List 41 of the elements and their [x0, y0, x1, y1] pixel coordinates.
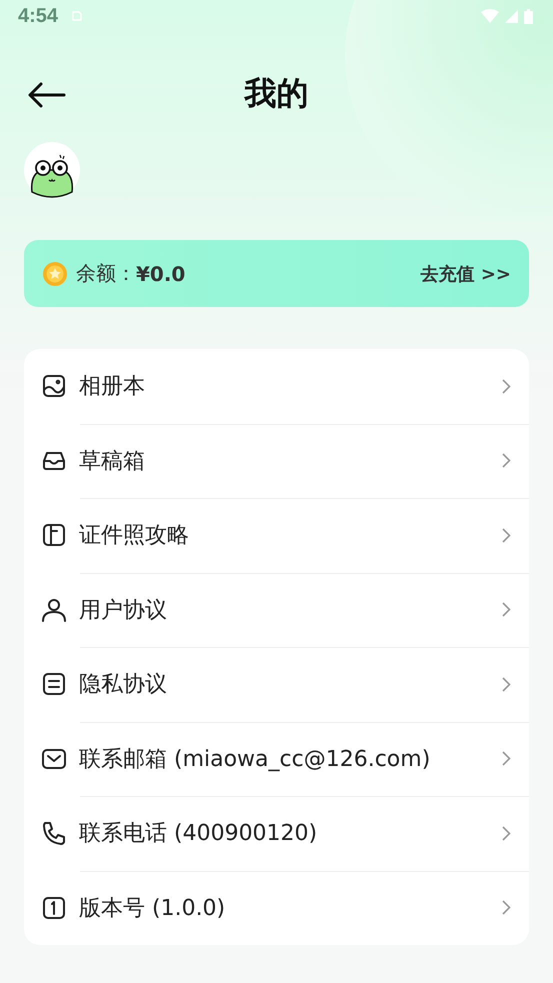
menu-item[interactable]: 相册本 — [24, 349, 529, 424]
menu-item[interactable]: 用户协议 — [24, 572, 529, 647]
picture-icon — [41, 373, 67, 400]
chevron-icon — [502, 528, 511, 543]
menu-item[interactable]: 证件照攻略 — [24, 498, 529, 572]
chevron-icon — [502, 378, 511, 394]
chevron-icon — [502, 676, 511, 692]
panel-icon — [41, 522, 67, 548]
menu-item-label: 版本号 (1.0.0) — [79, 894, 226, 923]
back-arrow-icon[interactable] — [28, 82, 66, 108]
menu-item-label: 用户协议 — [79, 596, 168, 625]
user-icon — [41, 596, 67, 623]
phone-icon — [41, 820, 67, 846]
chevron-icon — [502, 453, 511, 468]
menu-item-label: 隐私协议 — [79, 671, 168, 700]
menu-item-label: 相册本 — [79, 373, 146, 402]
menu-item[interactable]: 联系电话 (400900120) — [24, 796, 529, 870]
number-icon — [41, 894, 67, 921]
menu-item-label: 联系邮箱 (miaowa_cc@126.com) — [79, 746, 432, 774]
menu-item[interactable]: 隐私协议 — [24, 647, 529, 722]
balance-label: 余额： — [76, 260, 136, 287]
menu-item-label: 草稿箱 — [79, 448, 146, 476]
page-title: 我的 — [244, 73, 308, 114]
chevron-icon — [502, 900, 511, 916]
avatar-icon[interactable] — [24, 142, 80, 198]
menu-item-label: 证件照攻略 — [79, 522, 190, 550]
chevron-icon — [502, 826, 511, 841]
wifi-icon — [481, 9, 499, 23]
recharge-link[interactable]: 去充值 >> — [420, 262, 511, 286]
coin-icon — [42, 260, 68, 286]
notification-icon — [70, 9, 84, 23]
menu-item[interactable]: 版本号 (1.0.0) — [24, 870, 529, 945]
menu-item[interactable]: 草稿箱 — [24, 424, 529, 498]
status-time: 4:54 — [18, 4, 58, 28]
signal-icon — [505, 10, 518, 22]
chevron-icon — [502, 751, 511, 766]
menu-item-label: 联系电话 (400900120) — [79, 820, 318, 848]
chevron-icon — [502, 602, 511, 618]
balance-amount: ¥0.0 — [136, 262, 186, 286]
document-icon — [41, 671, 67, 698]
menu-item[interactable]: 联系邮箱 (miaowa_cc@126.com) — [24, 722, 529, 796]
